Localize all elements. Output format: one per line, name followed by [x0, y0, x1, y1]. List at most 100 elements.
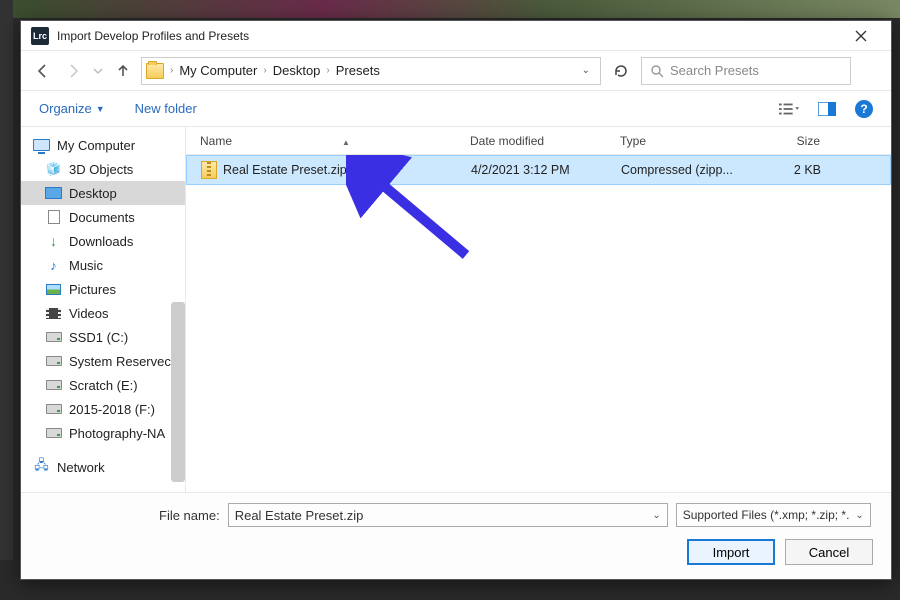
desktop-icon [45, 187, 62, 199]
import-button[interactable]: Import [687, 539, 775, 565]
breadcrumb-desktop[interactable]: Desktop [273, 63, 321, 78]
sidebar-label: Downloads [69, 234, 133, 249]
music-icon: ♪ [45, 258, 62, 273]
file-date: 4/2/2021 3:12 PM [471, 163, 621, 177]
organize-menu[interactable]: Organize ▼ [39, 101, 105, 116]
nav-bar: › My Computer › Desktop › Presets ⌄ Sear… [21, 51, 891, 91]
sidebar-label: Documents [69, 210, 135, 225]
sidebar: My Computer 🧊 3D Objects Desktop Documen… [21, 127, 186, 492]
pane-icon [818, 102, 836, 116]
sidebar-item-my-computer[interactable]: My Computer [21, 133, 185, 157]
chevron-down-icon [93, 66, 103, 76]
folder-icon [146, 63, 164, 79]
close-icon [855, 30, 867, 42]
list-view-icon [779, 102, 799, 116]
drive-icon [46, 428, 62, 438]
chevron-right-icon: › [263, 65, 266, 76]
sidebar-label: Pictures [69, 282, 116, 297]
filename-label: File name: [159, 508, 220, 523]
breadcrumb-presets[interactable]: Presets [336, 63, 380, 78]
document-icon [48, 210, 60, 224]
filename-input[interactable]: Real Estate Preset.zip ⌄ [228, 503, 668, 527]
sidebar-label: Videos [69, 306, 109, 321]
recent-dropdown[interactable] [91, 59, 105, 83]
sidebar-item-pictures[interactable]: Pictures [21, 277, 185, 301]
col-type[interactable]: Type [620, 134, 750, 148]
app-icon: Lrc [31, 27, 49, 45]
sidebar-item-downloads[interactable]: ↓ Downloads [21, 229, 185, 253]
file-row[interactable]: Real Estate Preset.zip 4/2/2021 3:12 PM … [186, 155, 891, 185]
sidebar-scrollbar[interactable] [171, 302, 185, 482]
download-icon: ↓ [45, 234, 62, 249]
sidebar-item-photography[interactable]: Photography-NA [21, 421, 185, 445]
sort-caret-icon: ▲ [342, 138, 350, 147]
toolbar: Organize ▼ New folder ? [21, 91, 891, 127]
chevron-down-icon[interactable]: ⌄ [582, 65, 596, 76]
column-headers[interactable]: Name ▲ Date modified Type Size [186, 127, 891, 155]
col-date[interactable]: Date modified [470, 134, 620, 148]
file-list-pane: Name ▲ Date modified Type Size Real Estat… [186, 127, 891, 492]
chevron-right-icon: › [326, 65, 329, 76]
back-button[interactable] [31, 59, 55, 83]
caret-down-icon: ▼ [96, 104, 105, 114]
drive-icon [46, 332, 62, 342]
search-input[interactable]: Search Presets [641, 57, 851, 85]
sidebar-label: 2015-2018 (F:) [69, 402, 155, 417]
picture-icon [46, 284, 61, 295]
dialog-footer: File name: Real Estate Preset.zip ⌄ Supp… [21, 492, 891, 579]
new-folder-label: New folder [135, 101, 197, 116]
arrow-right-icon [65, 63, 81, 79]
sidebar-item-system-reserved[interactable]: System Reservec [21, 349, 185, 373]
filter-label: Supported Files (*.xmp; *.zip; *. [683, 508, 850, 522]
sidebar-label: 3D Objects [69, 162, 133, 177]
drive-icon [46, 404, 62, 414]
chevron-down-icon[interactable]: ⌄ [652, 510, 660, 521]
close-button[interactable] [841, 22, 881, 50]
col-name[interactable]: Name [200, 134, 232, 148]
network-icon: 🖧 [33, 460, 50, 475]
help-button[interactable]: ? [855, 100, 873, 118]
sidebar-label: System Reservec [69, 354, 171, 369]
view-options-button[interactable] [779, 101, 799, 117]
forward-button[interactable] [61, 59, 85, 83]
sidebar-item-2015-2018[interactable]: 2015-2018 (F:) [21, 397, 185, 421]
sidebar-item-ssd1[interactable]: SSD1 (C:) [21, 325, 185, 349]
breadcrumb-root[interactable]: My Computer [179, 63, 257, 78]
sidebar-label: Photography-NA [69, 426, 165, 441]
breadcrumb[interactable]: › My Computer › Desktop › Presets ⌄ [141, 57, 601, 85]
preview-pane-button[interactable] [817, 101, 837, 117]
new-folder-button[interactable]: New folder [135, 101, 197, 116]
search-icon [650, 64, 664, 78]
arrow-left-icon [35, 63, 51, 79]
filename-value: Real Estate Preset.zip [235, 508, 364, 523]
video-icon [46, 308, 61, 319]
cancel-button[interactable]: Cancel [785, 539, 873, 565]
sidebar-item-documents[interactable]: Documents [21, 205, 185, 229]
refresh-icon [613, 63, 629, 79]
sidebar-item-network[interactable]: 🖧 Network [21, 455, 185, 479]
sidebar-item-3d-objects[interactable]: 🧊 3D Objects [21, 157, 185, 181]
sidebar-item-desktop[interactable]: Desktop [21, 181, 185, 205]
up-button[interactable] [111, 59, 135, 83]
sidebar-label: My Computer [57, 138, 135, 153]
sidebar-label: Network [57, 460, 105, 475]
chevron-down-icon[interactable]: ⌄ [855, 510, 863, 521]
file-type-filter[interactable]: Supported Files (*.xmp; *.zip; *. ⌄ [676, 503, 871, 527]
sidebar-label: Scratch (E:) [69, 378, 138, 393]
sidebar-item-videos[interactable]: Videos [21, 301, 185, 325]
sidebar-item-music[interactable]: ♪ Music [21, 253, 185, 277]
drive-icon [46, 380, 62, 390]
file-type: Compressed (zipp... [621, 163, 751, 177]
sidebar-label: Desktop [69, 186, 117, 201]
import-dialog: Lrc Import Develop Profiles and Presets … [20, 20, 892, 580]
drive-icon [46, 356, 62, 366]
window-title: Import Develop Profiles and Presets [57, 29, 841, 43]
chevron-right-icon: › [170, 65, 173, 76]
cube-icon: 🧊 [45, 162, 62, 177]
file-name: Real Estate Preset.zip [223, 163, 347, 177]
col-size[interactable]: Size [750, 134, 820, 148]
refresh-button[interactable] [607, 57, 635, 85]
zip-file-icon [201, 161, 217, 179]
sidebar-item-scratch[interactable]: Scratch (E:) [21, 373, 185, 397]
arrow-up-icon [115, 63, 131, 79]
